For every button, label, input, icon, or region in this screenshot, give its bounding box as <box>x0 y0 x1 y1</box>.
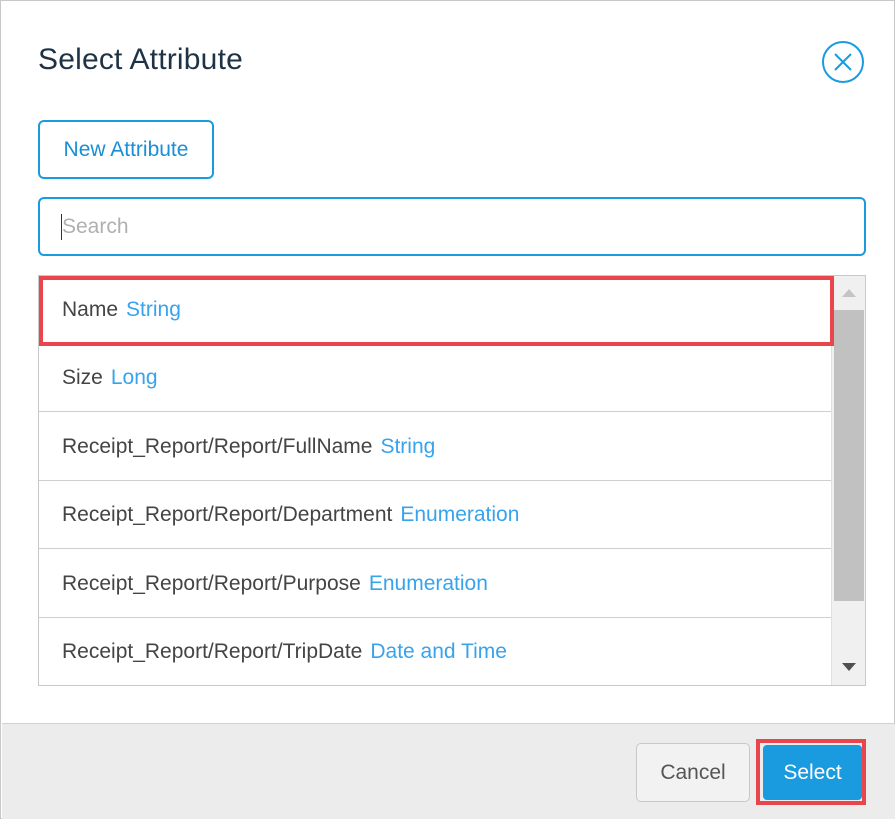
dialog-footer <box>2 723 895 819</box>
attribute-name: Receipt_Report/Report/Purpose <box>62 572 361 595</box>
search-input[interactable] <box>38 197 866 256</box>
chevron-up-icon <box>842 289 856 297</box>
attribute-name: Receipt_Report/Report/Department <box>62 503 393 526</box>
scroll-up-button[interactable] <box>832 280 866 310</box>
list-item[interactable]: Size Long <box>39 344 831 412</box>
attribute-name: Receipt_Report/Report/TripDate <box>62 640 363 663</box>
scroll-thumb[interactable] <box>834 310 864 601</box>
text-caret <box>61 214 62 240</box>
list-scrollbar[interactable] <box>831 276 865 685</box>
new-attribute-button[interactable]: New Attribute <box>38 120 214 179</box>
select-attribute-dialog: Select Attribute New Attribute Name Strin… <box>0 0 895 819</box>
attribute-list: Name String Size Long Receipt_Report/Repor… <box>38 275 866 686</box>
list-item[interactable]: Receipt_Report/Report/Purpose Enumeration <box>39 550 831 618</box>
attribute-type: String <box>380 435 436 458</box>
list-item[interactable]: Receipt_Report/Report/FullName String <box>39 413 831 481</box>
attribute-type: Enumeration <box>368 572 488 595</box>
attribute-name: Size <box>62 366 103 389</box>
attribute-name: Receipt_Report/Report/FullName <box>62 435 373 458</box>
close-button[interactable] <box>822 41 864 83</box>
attribute-type: Long <box>110 366 158 389</box>
dialog-title: Select Attribute <box>38 43 243 76</box>
close-icon <box>834 53 852 71</box>
attribute-name: Name <box>62 298 119 321</box>
list-item[interactable]: Receipt_Report/Report/TripDate Date and T… <box>39 618 831 685</box>
select-button[interactable]: Select <box>763 745 862 800</box>
list-item[interactable]: Name String <box>39 276 831 344</box>
attribute-type: Enumeration <box>400 503 520 526</box>
chevron-down-icon <box>842 663 856 671</box>
attribute-type: Date and Time <box>370 640 507 663</box>
attribute-type: String <box>126 298 181 321</box>
cancel-button[interactable]: Cancel <box>636 743 750 802</box>
scroll-down-button[interactable] <box>832 654 866 684</box>
list-item[interactable]: Receipt_Report/Report/Department Enumerat… <box>39 481 831 549</box>
